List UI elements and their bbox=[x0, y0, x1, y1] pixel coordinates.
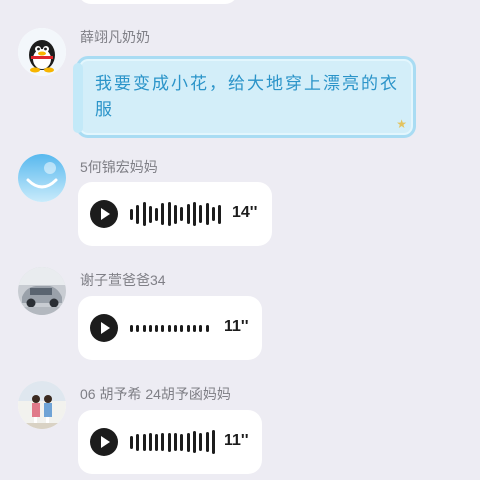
waveform-bar bbox=[136, 433, 140, 451]
waveform-bar bbox=[180, 207, 184, 221]
waveform-bar bbox=[199, 324, 203, 332]
voice-waveform bbox=[130, 428, 218, 456]
waveform-bar bbox=[167, 324, 171, 332]
waveform-bar bbox=[130, 208, 133, 220]
text-message-bubble[interactable]: 我要变成小花，给大地穿上漂亮的衣服 ★ bbox=[73, 56, 416, 138]
waveform-bar bbox=[161, 324, 165, 332]
waveform-bar bbox=[174, 324, 178, 332]
blue-smile-avatar-icon[interactable] bbox=[18, 154, 66, 202]
waveform-bar bbox=[167, 202, 171, 226]
waveform-bar bbox=[192, 202, 196, 226]
sender-name: 5何锦宏妈妈 bbox=[80, 159, 158, 175]
bubble-decoration bbox=[73, 63, 83, 133]
waveform-bar bbox=[167, 432, 171, 452]
star-decoration-icon: ★ bbox=[396, 117, 407, 131]
waveform-bar bbox=[136, 204, 140, 224]
waveform-bar bbox=[155, 433, 159, 451]
waveform-bar bbox=[148, 324, 152, 332]
play-icon[interactable] bbox=[90, 200, 118, 228]
waveform-bar bbox=[174, 433, 178, 451]
qq-penguin-avatar-icon[interactable] bbox=[18, 28, 66, 76]
waveform-bar bbox=[211, 207, 215, 221]
waveform-bar bbox=[205, 324, 209, 332]
waveform-bar bbox=[142, 202, 146, 226]
waveform-bar bbox=[186, 432, 190, 452]
waveform-bar bbox=[155, 207, 159, 221]
waveform-bar bbox=[161, 203, 165, 225]
car-photo-avatar-icon[interactable] bbox=[18, 267, 66, 315]
waveform-bar bbox=[174, 204, 178, 224]
waveform-bar bbox=[148, 433, 152, 451]
sender-name: 薛翊凡奶奶 bbox=[80, 29, 150, 45]
waveform-bar bbox=[211, 430, 215, 454]
waveform-bar bbox=[205, 432, 209, 452]
waveform-bar bbox=[218, 204, 222, 224]
play-icon[interactable] bbox=[90, 314, 118, 342]
waveform-bar bbox=[205, 203, 209, 225]
voice-waveform bbox=[130, 314, 212, 342]
waveform-bar bbox=[142, 324, 146, 332]
previous-message-bubble[interactable] bbox=[78, 0, 238, 4]
waveform-bar bbox=[142, 433, 146, 451]
voice-message-bubble[interactable]: 14'' bbox=[78, 182, 272, 246]
waveform-bar bbox=[180, 433, 184, 451]
waveform-bar bbox=[199, 433, 203, 451]
waveform-bar bbox=[186, 324, 190, 332]
waveform-bar bbox=[180, 324, 184, 332]
waveform-bar bbox=[155, 324, 159, 332]
voice-message-bubble[interactable]: 11'' bbox=[78, 296, 262, 360]
play-icon[interactable] bbox=[90, 428, 118, 456]
waveform-bar bbox=[192, 431, 196, 453]
voice-duration: 14'' bbox=[232, 204, 258, 221]
waveform-bar bbox=[148, 205, 152, 223]
waveform-bar bbox=[161, 433, 165, 451]
waveform-bar bbox=[136, 324, 140, 332]
voice-duration: 11'' bbox=[224, 432, 249, 449]
voice-duration: 11'' bbox=[224, 318, 249, 335]
message-text: 我要变成小花，给大地穿上漂亮的衣服 bbox=[95, 74, 399, 120]
waveform-bar bbox=[199, 205, 203, 223]
waveform-bar bbox=[186, 204, 190, 224]
voice-message-bubble[interactable]: 11'' bbox=[78, 410, 262, 474]
sender-name: 06 胡予希 24胡予函妈妈 bbox=[80, 386, 231, 402]
sender-name: 谢子萱爸爸34 bbox=[80, 272, 166, 288]
voice-waveform bbox=[130, 200, 224, 228]
children-photo-avatar-icon[interactable] bbox=[18, 381, 66, 429]
waveform-bar bbox=[192, 324, 196, 332]
waveform-bar bbox=[130, 435, 133, 449]
waveform-bar bbox=[130, 324, 133, 332]
